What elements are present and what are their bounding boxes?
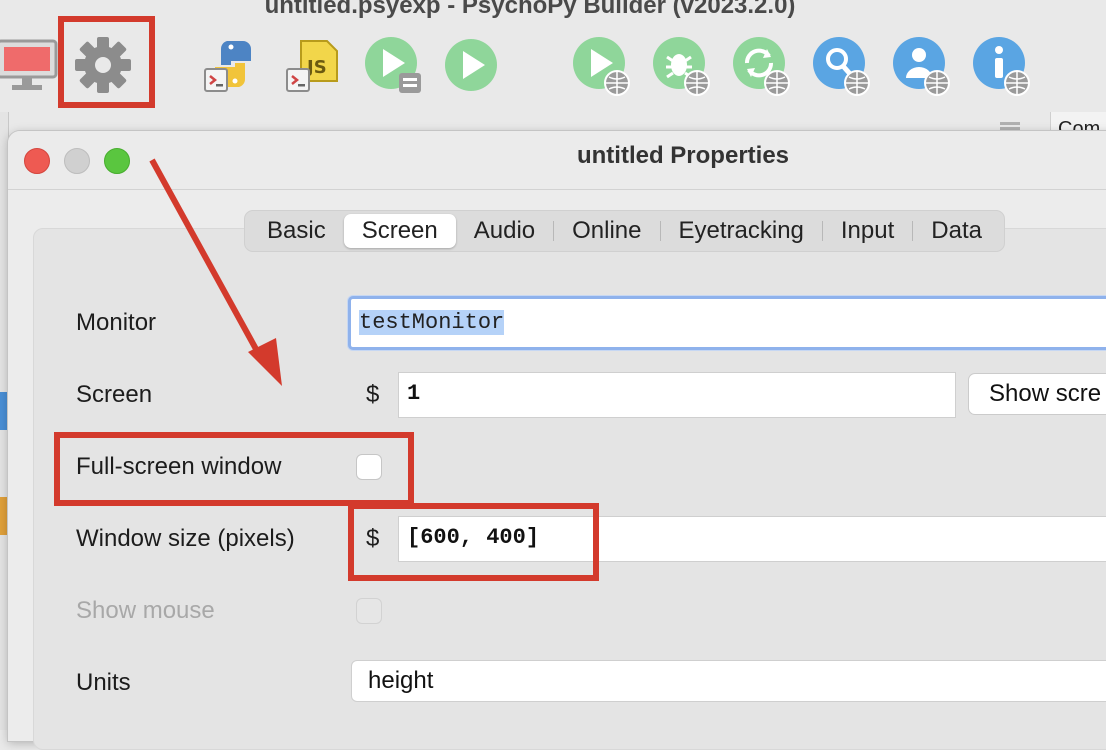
annotation-arrow	[149, 158, 282, 386]
